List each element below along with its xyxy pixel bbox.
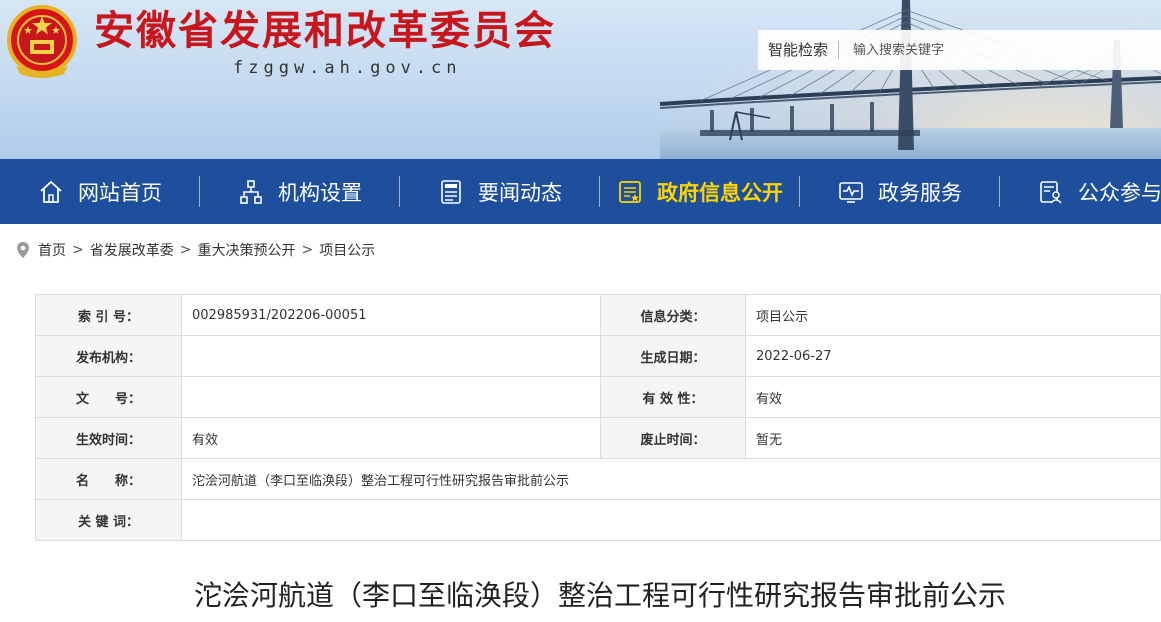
index-no-value: 002985931/202206-00051 (181, 294, 601, 336)
keywords-value (181, 499, 1161, 541)
nav-item-label: 网站首页 (78, 180, 162, 205)
nav-item-public-participation[interactable]: 公众参与 (1000, 159, 1161, 224)
category-value: 项目公示 (745, 294, 1161, 336)
nav-item-label: 机构设置 (278, 180, 362, 205)
nav-item-label: 政府信息公开 (657, 180, 783, 205)
site-header: 安徽省发展和改革委员会 fzggw.ah.gov.cn 智能检索 (0, 0, 1161, 159)
table-row: 索 引 号： 002985931/202206-00051 信息分类： 项目公示 (35, 294, 1161, 336)
breadcrumb-separator: > (72, 242, 84, 258)
table-row: 生效时间： 有效 废止时间： 暂无 (35, 417, 1161, 459)
publisher-label: 发布机构： (35, 335, 182, 377)
name-value: 沱浍河航道（李口至临涣段）整治工程可行性研究报告审批前公示 (181, 458, 1161, 500)
document-meta-table: 索 引 号： 002985931/202206-00051 信息分类： 项目公示… (35, 294, 1161, 541)
national-emblem-logo (7, 5, 77, 78)
effective-time-value: 有效 (181, 417, 601, 459)
validity-value: 有效 (745, 376, 1161, 418)
doc-no-label: 文 号： (35, 376, 182, 418)
created-date-label: 生成日期： (600, 335, 746, 377)
breadcrumb-decision-link[interactable]: 重大决策预公开 (197, 240, 295, 260)
nav-item-label: 公众参与 (1078, 180, 1161, 205)
expire-time-label: 废止时间： (600, 417, 746, 459)
name-label: 名 称： (35, 458, 182, 500)
news-icon (441, 179, 461, 204)
breadcrumb: 首页 > 省发展改革委 > 重大决策预公开 > 项目公示 (16, 238, 375, 262)
search-input[interactable] (839, 42, 1120, 58)
info-disclosure-icon (619, 180, 641, 203)
expire-time-value: 暂无 (745, 417, 1161, 459)
site-domain: fzggw.ah.gov.cn (233, 58, 462, 78)
org-chart-icon (240, 179, 262, 204)
publisher-value (181, 335, 601, 377)
main-nav: 网站首页 机构设置 要闻动态 政府信息公开 政务服务 公众参与 (0, 159, 1161, 224)
location-pin-icon (17, 242, 29, 258)
nav-item-home[interactable]: 网站首页 (0, 159, 200, 224)
category-label: 信息分类： (600, 294, 746, 336)
nav-item-label: 政务服务 (878, 180, 962, 205)
nav-item-info-disclosure[interactable]: 政府信息公开 (600, 159, 800, 224)
site-title: 安徽省发展和改革委员会 (94, 8, 556, 54)
index-no-label: 索 引 号： (35, 294, 182, 336)
nav-item-label: 要闻动态 (478, 180, 562, 205)
breadcrumb-current[interactable]: 项目公示 (319, 240, 375, 260)
home-icon (40, 180, 62, 203)
nav-item-organization[interactable]: 机构设置 (200, 159, 400, 224)
search-box: 智能检索 (758, 30, 1161, 70)
breadcrumb-commission-link[interactable]: 省发展改革委 (90, 240, 174, 260)
keywords-label: 关 键 词： (35, 499, 182, 541)
effective-time-label: 生效时间： (35, 417, 182, 459)
nav-item-services[interactable]: 政务服务 (800, 159, 1000, 224)
nav-item-news[interactable]: 要闻动态 (400, 159, 600, 224)
bridge-banner-image (659, 0, 1161, 150)
created-date-value: 2022-06-27 (745, 335, 1161, 377)
service-monitor-icon (839, 181, 863, 203)
table-row: 名 称： 沱浍河航道（李口至临涣段）整治工程可行性研究报告审批前公示 (35, 458, 1161, 500)
validity-label: 有 效 性： (600, 376, 746, 418)
smart-search-button[interactable]: 智能检索 (758, 41, 840, 59)
breadcrumb-separator: > (301, 242, 314, 258)
public-participation-icon (1040, 180, 1062, 204)
breadcrumb-home-link[interactable]: 首页 (38, 240, 66, 260)
breadcrumb-separator: > (179, 242, 192, 258)
table-row: 文 号： 有 效 性： 有效 (35, 376, 1161, 418)
table-row: 发布机构： 生成日期： 2022-06-27 (35, 335, 1161, 377)
table-row: 关 键 词： (35, 499, 1161, 541)
doc-no-value (181, 376, 601, 418)
article-title: 沱浍河航道（李口至临涣段）整治工程可行性研究报告审批前公示 (193, 579, 1006, 612)
